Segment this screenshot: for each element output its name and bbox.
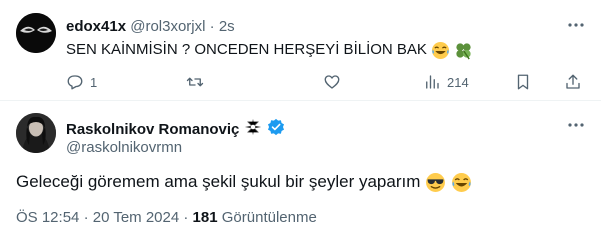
- reply-time[interactable]: 2s: [219, 18, 235, 35]
- heart-icon: [324, 75, 340, 89]
- reply-separator: ·: [209, 18, 215, 35]
- comment-icon: [67, 75, 83, 90]
- laughing-tears-emoji: [451, 172, 472, 193]
- main-handle[interactable]: @raskolnikovrmn: [66, 139, 182, 156]
- laughing-tears-emoji: [431, 41, 450, 60]
- main-tweet-text-content: Geleceği göremem ama şekil şukul bir şey…: [16, 172, 421, 191]
- views-button[interactable]: 214: [423, 71, 469, 93]
- repost-icon: [186, 77, 204, 87]
- verified-badge-icon[interactable]: [267, 118, 285, 140]
- reply-display-name[interactable]: edox41x: [66, 18, 126, 35]
- main-name-line: Raskolnikov Romanoviç: [66, 118, 285, 140]
- main-tweet-text: Geleceği göremem ama şekil şukul bir şey…: [16, 171, 472, 193]
- reply-button[interactable]: 1: [66, 71, 97, 93]
- like-button[interactable]: [323, 71, 347, 93]
- reply-header: edox41x @rol3xorjxl · 2s: [66, 18, 235, 35]
- reply-more-icon[interactable]: [565, 14, 587, 36]
- share-button[interactable]: [564, 71, 582, 93]
- reply-text: SEN KAİNMİSİN ? ONCEDEN HERŞEYİ BİLİON B…: [66, 40, 473, 60]
- reply-count: 1: [90, 74, 98, 90]
- main-tweet: Raskolnikov Romanoviç @raskolnikovrmn Ge…: [0, 101, 601, 248]
- reply-handle[interactable]: @rol3xorjxl: [130, 18, 205, 35]
- main-display-name[interactable]: Raskolnikov Romanoviç: [66, 121, 239, 138]
- repost-button[interactable]: [186, 71, 210, 93]
- sunglasses-emoji: [425, 172, 446, 193]
- views-count: 214: [447, 74, 469, 90]
- reply-actions: 1 214: [66, 71, 586, 93]
- tweet-meta: ÖS 12:54 · 20 Tem 2024 · 181 Görüntülenm…: [16, 209, 317, 226]
- views-count-value: 181: [192, 209, 218, 226]
- reply-text-content: SEN KAİNMİSİN ? ONCEDEN HERŞEYİ BİLİON B…: [66, 41, 427, 58]
- sparkle-emoji-icon: [244, 118, 262, 140]
- main-more-icon[interactable]: [565, 114, 587, 136]
- views-icon: [426, 75, 439, 89]
- four-leaf-clover-emoji: [454, 41, 473, 60]
- tweet-date[interactable]: 20 Tem 2024: [93, 209, 179, 226]
- main-avatar[interactable]: [16, 113, 56, 153]
- reply-avatar[interactable]: [16, 13, 56, 53]
- bookmark-button[interactable]: [514, 71, 532, 93]
- reply-tweet[interactable]: edox41x @rol3xorjxl · 2s SEN KAİNMİSİN ?…: [0, 0, 601, 100]
- tweet-time[interactable]: ÖS 12:54: [16, 209, 79, 226]
- views-label: Görüntülenme: [221, 209, 317, 226]
- bookmark-icon: [517, 74, 529, 90]
- meta-separator-1: ·: [83, 209, 89, 226]
- share-icon: [566, 74, 580, 89]
- meta-separator-2: ·: [183, 209, 189, 226]
